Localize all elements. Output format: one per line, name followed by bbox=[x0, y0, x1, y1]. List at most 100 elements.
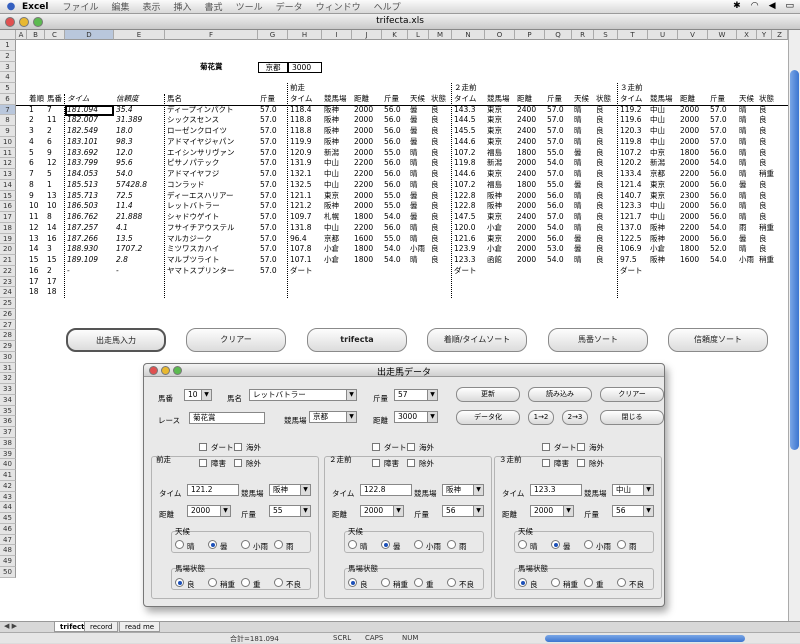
column-title[interactable]: タイム bbox=[67, 94, 89, 104]
kinryo-select[interactable]: 57 ▼ bbox=[394, 389, 438, 401]
past-race-cell[interactable]: 57.0 bbox=[710, 126, 727, 136]
column-title[interactable]: 斤量 bbox=[710, 94, 725, 104]
column-title[interactable]: 状態 bbox=[759, 94, 774, 104]
column-title[interactable]: 距離 bbox=[680, 94, 695, 104]
past-race-cell[interactable]: 122.8 bbox=[454, 191, 475, 201]
confidence-cell[interactable]: 31.389 bbox=[116, 115, 142, 125]
past-race-cell[interactable]: 2000 bbox=[517, 244, 536, 254]
past-race-cell[interactable]: 2000 bbox=[680, 180, 699, 190]
past-race-cell[interactable]: 145.5 bbox=[454, 126, 475, 136]
past-race-cell[interactable]: 56.0 bbox=[384, 115, 401, 125]
row-header[interactable]: 9 bbox=[0, 126, 16, 137]
weather-radio-0-2[interactable] bbox=[241, 540, 250, 549]
horse-name-cell[interactable]: ミツワスカハイ bbox=[167, 244, 219, 254]
past-race-cell[interactable]: 中山 bbox=[324, 158, 339, 168]
past-race-cell[interactable]: 1800 bbox=[354, 212, 373, 222]
past-race-cell[interactable]: 118.8 bbox=[290, 115, 311, 125]
past-race-cell[interactable]: 57.0 bbox=[547, 126, 564, 136]
past-race-cell[interactable]: 144.6 bbox=[454, 137, 475, 147]
volume-icon[interactable]: ◀ bbox=[769, 1, 776, 11]
rank-cell[interactable]: 16 bbox=[29, 266, 39, 276]
horse-name-cell[interactable]: マルブツライト bbox=[167, 255, 220, 265]
past-race-cell[interactable]: 1800 bbox=[517, 148, 536, 158]
dirt-1-checkbox[interactable] bbox=[372, 443, 380, 451]
past-race-cell[interactable]: 56.0 bbox=[547, 201, 564, 211]
rank-cell[interactable]: 12 bbox=[29, 223, 39, 233]
past-race-cell[interactable]: 中山 bbox=[650, 201, 665, 211]
row-header[interactable]: 33 bbox=[0, 384, 16, 395]
past-race-cell[interactable]: 東京 bbox=[487, 212, 502, 222]
past-race-cell[interactable]: 良 bbox=[759, 137, 767, 147]
number-cell[interactable]: 18 bbox=[47, 287, 57, 297]
weight-cell[interactable]: 57.0 bbox=[260, 223, 277, 233]
row-header[interactable]: 12 bbox=[0, 158, 16, 169]
past-race-cell[interactable]: 良 bbox=[431, 234, 439, 244]
past-race-cell[interactable]: 晴 bbox=[410, 234, 418, 244]
column-title[interactable]: 状態 bbox=[596, 94, 611, 104]
column-title[interactable]: タイム bbox=[290, 94, 312, 104]
rank-cell[interactable]: 18 bbox=[29, 287, 39, 297]
number-cell[interactable]: 10 bbox=[47, 201, 57, 211]
rank-cell[interactable]: 14 bbox=[29, 244, 39, 254]
number-cell[interactable]: 17 bbox=[47, 277, 57, 287]
row-header[interactable]: 10 bbox=[0, 136, 16, 148]
column-header[interactable]: G bbox=[258, 30, 288, 40]
row-header[interactable]: 1 bbox=[0, 40, 16, 51]
horse-name-cell[interactable]: アドマイヤフジ bbox=[167, 169, 219, 179]
past-race-cell[interactable]: 122.8 bbox=[454, 201, 475, 211]
row-header[interactable]: 32 bbox=[0, 373, 16, 384]
row-header[interactable]: 19 bbox=[0, 233, 16, 245]
weather-radio-1-0[interactable] bbox=[348, 540, 357, 549]
column-title[interactable]: 斤量 bbox=[547, 94, 562, 104]
past-race-cell[interactable]: 2400 bbox=[517, 137, 536, 147]
past-race-cell[interactable]: 東京 bbox=[487, 115, 502, 125]
time-input-1[interactable]: 122.8 bbox=[360, 484, 412, 496]
past-race-cell[interactable]: 56.0 bbox=[547, 191, 564, 201]
past-race-cell[interactable]: 2400 bbox=[517, 115, 536, 125]
time-cell[interactable]: - bbox=[67, 266, 70, 276]
select-all-corner[interactable] bbox=[0, 30, 16, 40]
row-header[interactable]: 45 bbox=[0, 513, 16, 524]
past-race-cell[interactable]: 144.6 bbox=[454, 169, 475, 179]
past-race-cell[interactable]: 晴 bbox=[574, 255, 582, 265]
past-race-cell[interactable]: 2000 bbox=[354, 201, 373, 211]
number-cell[interactable]: 6 bbox=[47, 137, 52, 147]
past-race-cell[interactable]: 小雨 bbox=[410, 244, 425, 254]
confidence-cell[interactable]: 54.0 bbox=[116, 169, 133, 179]
past-race-cell[interactable]: 良 bbox=[759, 212, 767, 222]
kinryo-select-2[interactable]: 56 ▼ bbox=[612, 505, 654, 517]
column-header[interactable]: D bbox=[65, 30, 114, 40]
past-race-cell[interactable]: 57.0 bbox=[710, 115, 727, 125]
time-cell[interactable]: 187.257 bbox=[67, 223, 98, 233]
time-cell[interactable]: 185.713 bbox=[67, 191, 98, 201]
column-header[interactable]: E bbox=[114, 30, 165, 40]
past-race-cell[interactable]: 良 bbox=[431, 115, 439, 125]
past-race-cell[interactable]: 良 bbox=[431, 244, 439, 254]
track-radio-1-1[interactable] bbox=[381, 578, 390, 587]
past-race-cell[interactable]: 良 bbox=[431, 212, 439, 222]
past-race-cell[interactable]: 晴 bbox=[574, 126, 582, 136]
column-header[interactable]: F bbox=[165, 30, 258, 40]
past-race-cell[interactable]: 良 bbox=[596, 255, 604, 265]
past-race-cell[interactable]: 良 bbox=[759, 244, 767, 254]
section-label[interactable]: 前走 bbox=[290, 83, 305, 93]
weight-cell[interactable]: 57.0 bbox=[260, 126, 277, 136]
past-race-cell[interactable]: 東京 bbox=[487, 137, 502, 147]
close-button[interactable]: 閉じる bbox=[600, 410, 664, 425]
input-horses-button[interactable]: 出走馬入力 bbox=[66, 328, 166, 352]
column-title[interactable]: 状態 bbox=[431, 94, 446, 104]
row-header[interactable]: 22 bbox=[0, 265, 16, 277]
menu-item[interactable]: 編集 bbox=[112, 0, 130, 13]
overseas-0-checkbox[interactable] bbox=[234, 443, 242, 451]
past-race-cell[interactable]: 曇 bbox=[410, 115, 418, 125]
past-race-cell[interactable]: 97.5 bbox=[620, 255, 637, 265]
past-race-cell[interactable]: 晴 bbox=[739, 115, 747, 125]
column-header[interactable]: M bbox=[429, 30, 452, 40]
past-race-cell[interactable]: 55.0 bbox=[547, 148, 564, 158]
overseas-1-checkbox[interactable] bbox=[407, 443, 415, 451]
app-menu[interactable]: Excel bbox=[22, 2, 48, 12]
column-header[interactable]: H bbox=[288, 30, 322, 40]
past-race-cell[interactable]: 121.1 bbox=[290, 191, 311, 201]
past-race-cell[interactable]: 晴 bbox=[410, 223, 418, 233]
row-header[interactable]: 5 bbox=[0, 83, 16, 94]
